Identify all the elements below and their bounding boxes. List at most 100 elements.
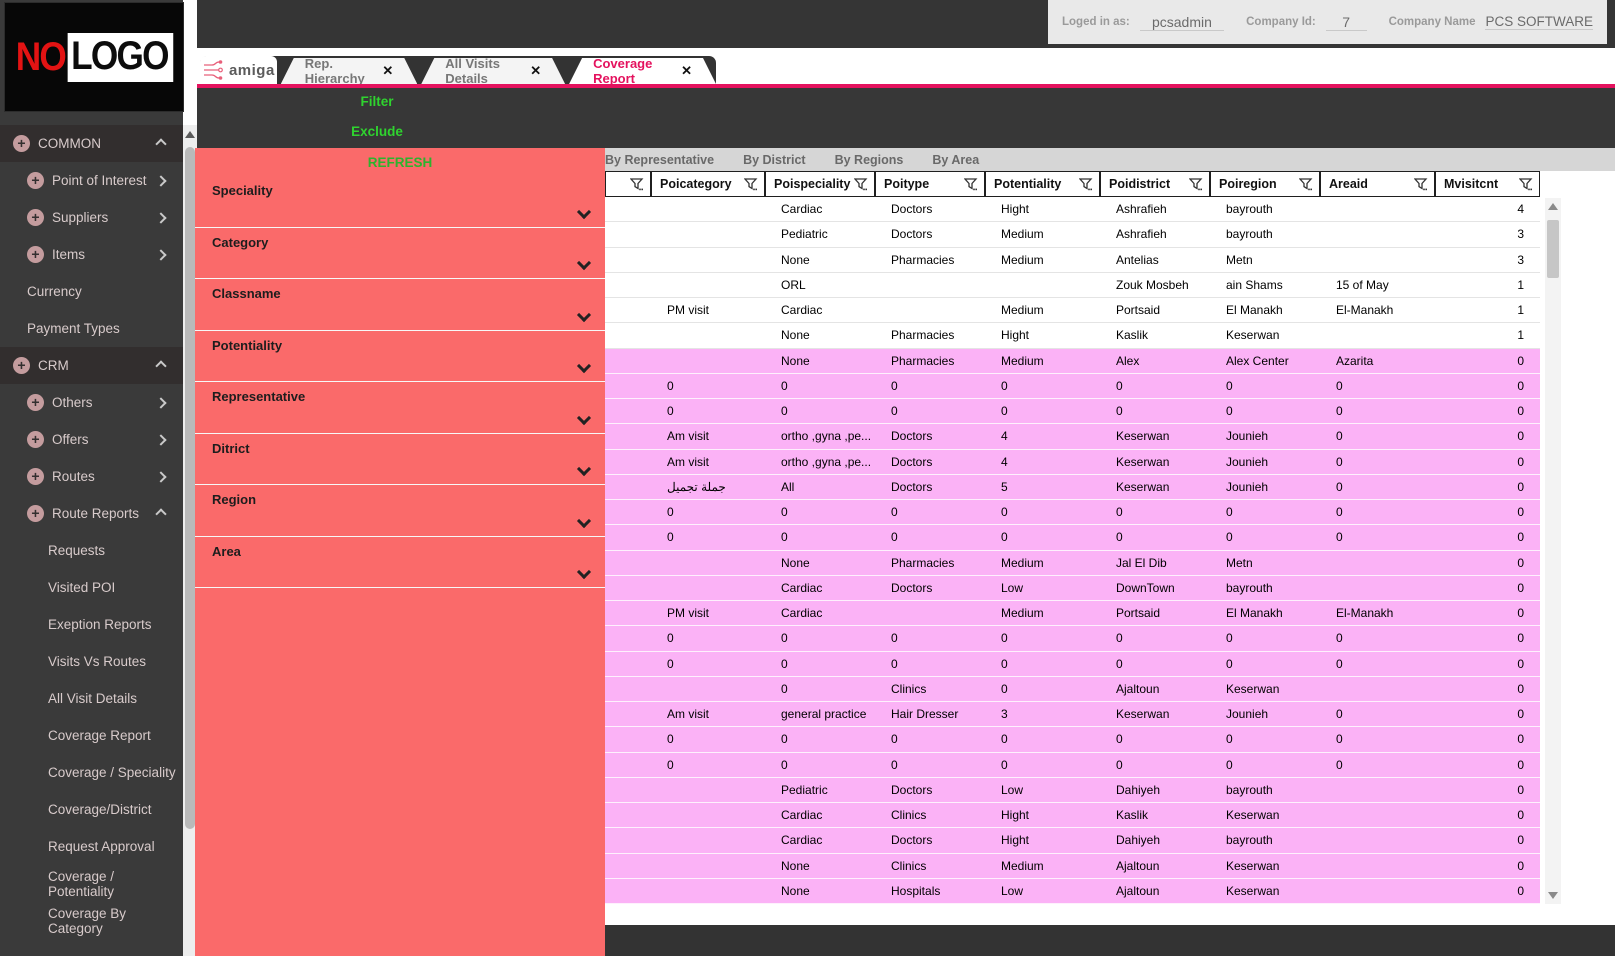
table-row[interactable]: PediatricDoctorsMediumAshrafiehbayrouth3 <box>605 222 1540 247</box>
filter-funnel-icon[interactable] <box>1079 178 1093 191</box>
filter-funnel-icon[interactable] <box>630 178 644 191</box>
close-icon[interactable]: ✕ <box>382 63 393 79</box>
sidebar-item-currency[interactable]: Currency <box>0 273 183 310</box>
view-tab-by-representative[interactable]: By Representative <box>605 153 714 167</box>
table-row[interactable]: CardiacDoctorsHightAshrafiehbayrouth4 <box>605 197 1540 222</box>
view-tab-by-regions[interactable]: By Regions <box>835 153 904 167</box>
close-icon[interactable]: ✕ <box>681 63 692 79</box>
sidebar-item-point-of-interest[interactable]: +Point of Interest <box>0 162 183 199</box>
filter-button[interactable]: Filter <box>307 94 447 109</box>
table-row[interactable]: 00000000 <box>605 525 1540 550</box>
tab-coverage-report[interactable]: Coverage Report✕ <box>569 58 716 84</box>
table-row[interactable]: 00000000 <box>605 652 1540 677</box>
column-header-poitype[interactable]: Poitype <box>875 171 985 197</box>
table-row[interactable]: NoneHospitalsLowAjaltounKeserwan0 <box>605 879 1540 904</box>
sidebar-item-common[interactable]: +COMMON <box>0 125 183 162</box>
table-row[interactable]: 0Clinics0AjaltounKeserwan0 <box>605 677 1540 702</box>
scroll-up-icon[interactable] <box>185 131 195 138</box>
sidebar-item-payment-types[interactable]: Payment Types <box>0 310 183 347</box>
sidebar-item-coverage-speciality[interactable]: Coverage / Speciality <box>0 754 183 791</box>
sidebar-item-route-reports[interactable]: +Route Reports <box>0 495 183 532</box>
sidebar-item-coverage-report[interactable]: Coverage Report <box>0 717 183 754</box>
sidebar-item-coverage-potentiality[interactable]: Coverage / Potentiality <box>0 865 183 902</box>
filter-field-area[interactable]: Area <box>195 537 605 589</box>
scroll-down-icon[interactable] <box>1548 892 1558 899</box>
table-row[interactable]: 00000000 <box>605 374 1540 399</box>
filter-field-representative[interactable]: Representative <box>195 382 605 434</box>
column-header-poiregion[interactable]: Poiregion <box>1210 171 1320 197</box>
view-tab-by-area[interactable]: By Area <box>932 153 979 167</box>
sidebar-item-all-visit-details[interactable]: All Visit Details <box>0 680 183 717</box>
sidebar-item-requests[interactable]: Requests <box>0 532 183 569</box>
filter-funnel-icon[interactable] <box>1519 178 1533 191</box>
sidebar-item-offers[interactable]: +Offers <box>0 421 183 458</box>
table-row[interactable]: CardiacDoctorsHightDahiyehbayrouth0 <box>605 828 1540 853</box>
sidebar-item-request-approval[interactable]: Request Approval <box>0 828 183 865</box>
table-row[interactable]: 00000000 <box>605 399 1540 424</box>
close-icon[interactable]: ✕ <box>530 63 541 79</box>
chevron-down-icon[interactable] <box>577 513 591 527</box>
chevron-down-icon[interactable] <box>577 359 591 373</box>
filter-funnel-icon[interactable] <box>964 178 978 191</box>
chevron-down-icon[interactable] <box>577 204 591 218</box>
column-header-potentiality[interactable]: Potentiality <box>985 171 1100 197</box>
filter-field-classname[interactable]: Classname <box>195 279 605 331</box>
column-header-areaid[interactable]: Areaid <box>1320 171 1435 197</box>
filter-funnel-icon[interactable] <box>744 178 758 191</box>
tab-all-visits-details[interactable]: All Visits Details✕ <box>421 58 565 84</box>
table-row[interactable]: Am visitgeneral practiceHair Dresser3Kes… <box>605 702 1540 727</box>
table-row[interactable]: NonePharmaciesHightKaslikKeserwan1 <box>605 323 1540 348</box>
table-row[interactable]: 00000000 <box>605 500 1540 525</box>
filter-field-speciality[interactable]: Speciality <box>195 176 605 228</box>
table-row[interactable]: PM visitCardiacMediumPortsaidEl ManakhEl… <box>605 601 1540 626</box>
table-scrollbar[interactable] <box>1545 198 1561 904</box>
table-row[interactable]: PM visitCardiacMediumPortsaidEl ManakhEl… <box>605 298 1540 323</box>
table-row[interactable]: Am visitortho ,gyna ,pe...Doctors4Keserw… <box>605 450 1540 475</box>
table-row[interactable]: NonePharmaciesMediumJal El DibMetn0 <box>605 551 1540 576</box>
table-row[interactable]: CardiacDoctorsLowDownTownbayrouth0 <box>605 576 1540 601</box>
column-header-poidistrict[interactable]: Poidistrict <box>1100 171 1210 197</box>
sidebar-item-coverage-district[interactable]: Coverage/District <box>0 791 183 828</box>
sidebar-item-visited-poi[interactable]: Visited POI <box>0 569 183 606</box>
exclude-button[interactable]: Exclude <box>307 124 447 139</box>
table-row[interactable]: جملة تجميلAllDoctors5KeserwanJounieh00 <box>605 475 1540 500</box>
chevron-down-icon[interactable] <box>577 256 591 270</box>
chevron-down-icon[interactable] <box>577 410 591 424</box>
sidebar-item-visits-vs-routes[interactable]: Visits Vs Routes <box>0 643 183 680</box>
filter-field-ditrict[interactable]: Ditrict <box>195 434 605 486</box>
chevron-down-icon[interactable] <box>577 462 591 476</box>
sidebar-item-items[interactable]: +Items <box>0 236 183 273</box>
filter-funnel-icon[interactable] <box>854 178 868 191</box>
table-row[interactable]: 00000000 <box>605 626 1540 651</box>
table-scrollbar-thumb[interactable] <box>1547 220 1559 278</box>
tab-brand[interactable]: amiga <box>200 56 277 84</box>
chevron-down-icon[interactable] <box>577 565 591 579</box>
chevron-down-icon[interactable] <box>577 307 591 321</box>
table-row[interactable]: 00000000 <box>605 753 1540 778</box>
table-row[interactable]: 00000000 <box>605 727 1540 752</box>
scroll-up-icon[interactable] <box>1548 203 1558 210</box>
refresh-button[interactable]: REFRESH <box>195 148 605 176</box>
table-row[interactable]: PediatricDoctorsLowDahiyehbayrouth0 <box>605 778 1540 803</box>
column-header-mvisitcnt[interactable]: Mvisitcnt <box>1435 171 1540 197</box>
table-row[interactable]: NonePharmaciesMediumAnteliasMetn3 <box>605 248 1540 273</box>
view-tab-by-district[interactable]: By District <box>743 153 806 167</box>
column-header-poispeciality[interactable]: Poispeciality <box>765 171 875 197</box>
filter-field-region[interactable]: Region <box>195 485 605 537</box>
filter-funnel-icon[interactable] <box>1414 178 1428 191</box>
table-row[interactable]: NonePharmaciesMediumAlexAlex CenterAzari… <box>605 349 1540 374</box>
filter-funnel-icon[interactable] <box>1299 178 1313 191</box>
table-row[interactable]: NoneClinicsMediumAjaltounKeserwan0 <box>605 854 1540 879</box>
column-header-poicategory[interactable]: Poicategory <box>651 171 765 197</box>
sidebar-item-coverage-by-category[interactable]: Coverage By Category <box>0 902 183 939</box>
table-row[interactable]: Am visitortho ,gyna ,pe...Doctors4Keserw… <box>605 424 1540 449</box>
filter-field-potentiality[interactable]: Potentiality <box>195 331 605 383</box>
filter-funnel-icon[interactable] <box>1189 178 1203 191</box>
sidebar-item-crm[interactable]: +CRM <box>0 347 183 384</box>
filter-field-category[interactable]: Category <box>195 228 605 280</box>
table-row[interactable]: ORLZouk Mosbehain Shams15 of May1 <box>605 273 1540 298</box>
sidebar-scrollbar-thumb[interactable] <box>185 147 195 829</box>
table-row[interactable]: CardiacClinicsHightKaslikKeserwan0 <box>605 803 1540 828</box>
sidebar-item-others[interactable]: +Others <box>0 384 183 421</box>
sidebar-item-routes[interactable]: +Routes <box>0 458 183 495</box>
